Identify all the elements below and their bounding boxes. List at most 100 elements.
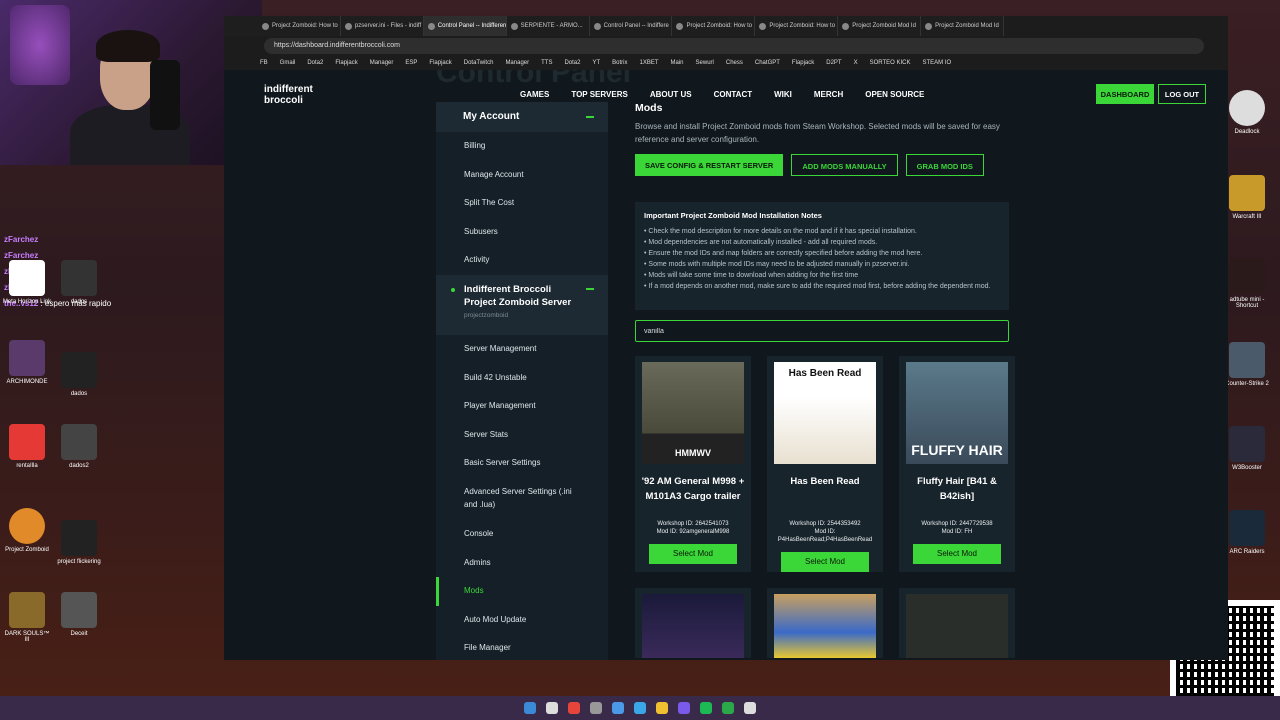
- bookmark-link[interactable]: STEAM IO: [923, 60, 952, 66]
- bookmark-link[interactable]: FB: [260, 60, 268, 66]
- nav-link[interactable]: ABOUT US: [650, 90, 692, 99]
- select-mod-button[interactable]: Select Mod: [649, 544, 737, 564]
- bookmark-link[interactable]: Dota2: [564, 60, 580, 66]
- taskbar-app-icon[interactable]: [744, 702, 756, 714]
- taskbar-app-icon[interactable]: [546, 702, 558, 714]
- server-header[interactable]: Indifferent Broccoli Project Zomboid Ser…: [436, 274, 608, 335]
- bookmark-link[interactable]: Botrix: [612, 60, 627, 66]
- bookmark-link[interactable]: TTS: [541, 60, 552, 66]
- nav-link[interactable]: OPEN SOURCE: [865, 90, 924, 99]
- site-logo[interactable]: indifferent broccoli: [264, 84, 334, 106]
- bookmark-link[interactable]: ESP: [405, 60, 417, 66]
- desktop-icon[interactable]: W3Booster: [1222, 426, 1272, 471]
- browser-tab[interactable]: SERPIENTE - ARMO...: [507, 16, 590, 36]
- sidebar-item[interactable]: Activity: [436, 246, 608, 275]
- browser-tab[interactable]: Project Zomboid Mod Id: [921, 16, 1005, 36]
- bookmark-link[interactable]: Dota2: [307, 60, 323, 66]
- taskbar-app-icon[interactable]: [524, 702, 536, 714]
- tab-favicon-icon: [262, 22, 269, 30]
- taskbar-app-icon[interactable]: [700, 702, 712, 714]
- desktop-icon[interactable]: Deceit: [54, 592, 104, 637]
- sidebar-item[interactable]: Advanced Server Settings (.ini and .lua): [436, 478, 608, 520]
- workshop-id: Workshop ID: 2642541073: [657, 521, 729, 527]
- bookmark-link[interactable]: D2PT: [826, 60, 841, 66]
- grab-mod-ids-button[interactable]: GRAB MOD IDS: [905, 154, 984, 176]
- desktop-icon[interactable]: adtube mini - Shortcut: [1222, 258, 1272, 309]
- logout-button[interactable]: LOG OUT: [1158, 84, 1206, 104]
- bookmark-link[interactable]: ChatGPT: [755, 60, 780, 66]
- bookmark-link[interactable]: Chess: [726, 60, 743, 66]
- nav-link[interactable]: GAMES: [520, 90, 549, 99]
- mod-thumbnail: Has Been Read: [774, 362, 876, 464]
- taskbar-app-icon[interactable]: [612, 702, 624, 714]
- sidebar-item[interactable]: Mods: [436, 577, 608, 606]
- sidebar-item[interactable]: Basic Server Settings: [436, 449, 608, 478]
- bookmark-link[interactable]: Gmail: [280, 60, 296, 66]
- bookmark-link[interactable]: DotaTwitch: [464, 60, 494, 66]
- sidebar-item[interactable]: Console: [436, 520, 608, 549]
- sidebar-item[interactable]: Auto Mod Update: [436, 606, 608, 635]
- bookmark-link[interactable]: SORTEO KICK: [870, 60, 911, 66]
- bookmark-link[interactable]: Flapjack: [792, 60, 814, 66]
- bookmark-link[interactable]: Manager: [370, 60, 394, 66]
- save-restart-button[interactable]: SAVE CONFIG & RESTART SERVER: [635, 154, 784, 176]
- desktop-icon[interactable]: dados2: [54, 424, 104, 469]
- taskbar-app-icon[interactable]: [634, 702, 646, 714]
- select-mod-button[interactable]: Select Mod: [913, 544, 1001, 564]
- sidebar-item[interactable]: File Manager: [436, 634, 608, 660]
- browser-tab[interactable]: Project Zomboid: How to: [755, 16, 839, 36]
- mod-search-input[interactable]: [635, 320, 1009, 342]
- taskbar-app-icon[interactable]: [590, 702, 602, 714]
- bookmark-link[interactable]: Main: [671, 60, 684, 66]
- sidebar-item[interactable]: Subusers: [436, 218, 608, 247]
- sidebar-item[interactable]: Billing: [436, 132, 608, 161]
- browser-tab[interactable]: Project Zomboid: How to: [672, 16, 756, 36]
- select-mod-button[interactable]: Select Mod: [781, 552, 869, 572]
- desktop-icon[interactable]: ARC Raiders: [1222, 510, 1272, 555]
- mod-card: [767, 588, 883, 658]
- taskbar-app-icon[interactable]: [568, 702, 580, 714]
- browser-tab[interactable]: Project Zomboid: How to: [258, 16, 341, 36]
- browser-tab[interactable]: pzserver.ini - Files - indiff: [341, 16, 424, 36]
- bookmark-link[interactable]: Manager: [505, 60, 529, 66]
- nav-link[interactable]: MERCH: [814, 90, 843, 99]
- address-bar[interactable]: https://dashboard.indifferentbroccoli.co…: [264, 38, 1204, 54]
- desktop-icon[interactable]: Project Zomboid: [2, 508, 52, 553]
- desktop-icon[interactable]: Counter-Strike 2: [1222, 342, 1272, 387]
- dashboard-button[interactable]: DASHBOARD: [1096, 84, 1154, 104]
- sidebar-item[interactable]: Build 42 Unstable: [436, 364, 608, 393]
- bookmark-link[interactable]: Sewurl: [696, 60, 714, 66]
- nav-link[interactable]: WIKI: [774, 90, 792, 99]
- sidebar-item[interactable]: Manage Account: [436, 161, 608, 190]
- nav-link[interactable]: CONTACT: [714, 90, 753, 99]
- desktop-icon[interactable]: dados: [54, 352, 104, 397]
- desktop-icon[interactable]: project flickering: [54, 520, 104, 565]
- bookmark-link[interactable]: Flapjack: [335, 60, 357, 66]
- bookmark-link[interactable]: YT: [592, 60, 600, 66]
- browser-tab[interactable]: Control Panel -- Indiffere: [590, 16, 673, 36]
- taskbar-app-icon[interactable]: [722, 702, 734, 714]
- bookmark-link[interactable]: 1XBET: [640, 60, 659, 66]
- sidebar-item[interactable]: Player Management: [436, 392, 608, 421]
- desktop-icon[interactable]: ARCHIMONDE: [2, 340, 52, 385]
- sidebar-item[interactable]: Split The Cost: [436, 189, 608, 218]
- desktop-icon[interactable]: DARK SOULS™ III: [2, 592, 52, 643]
- nav-link[interactable]: TOP SERVERS: [571, 90, 627, 99]
- webcam-overlay: [0, 0, 262, 165]
- desktop-icon[interactable]: Warcraft III: [1222, 175, 1272, 220]
- sidebar-item[interactable]: Admins: [436, 549, 608, 578]
- desktop-icon[interactable]: Deadlock: [1222, 90, 1272, 135]
- browser-tab[interactable]: Project Zomboid Mod Id: [838, 16, 922, 36]
- sidebar-item[interactable]: Server Management: [436, 335, 608, 364]
- taskbar-app-icon[interactable]: [656, 702, 668, 714]
- sidebar-item[interactable]: Server Stats: [436, 421, 608, 450]
- desktop-icon[interactable]: rentaIlla: [2, 424, 52, 469]
- taskbar-app-icon[interactable]: [678, 702, 690, 714]
- add-mods-manually-button[interactable]: ADD MODS MANUALLY: [791, 154, 898, 176]
- desktop-icon[interactable]: Meta Horizon Link: [2, 260, 52, 305]
- bookmark-link[interactable]: X: [854, 60, 858, 66]
- browser-tab[interactable]: Control Panel -- Indifferen: [423, 16, 507, 36]
- my-account-header[interactable]: My Account: [436, 102, 608, 132]
- desktop-icon[interactable]: dados: [54, 260, 104, 305]
- bookmark-link[interactable]: Flapjack: [429, 60, 451, 66]
